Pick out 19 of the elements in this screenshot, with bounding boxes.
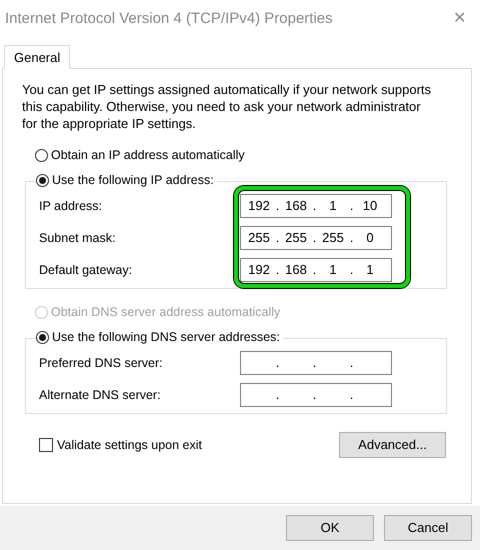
field-label: Preferred DNS server: — [39, 354, 163, 372]
field-label: Subnet mask: — [39, 230, 116, 247]
ip-address-field[interactable]: 255 . 255 . 255 . 0 — [240, 226, 392, 250]
field-label: Alternate DNS server: — [39, 386, 161, 404]
radio-button[interactable]: Use the following DNS server addresses: — [36, 328, 283, 347]
advanced-button[interactable]: Advanced... — [339, 432, 446, 458]
validate-checkbox[interactable]: Validate settings upon exit — [39, 436, 202, 454]
ok-button[interactable]: OK — [286, 515, 374, 541]
window-title: Internet Protocol Version 4 (TCP/IPv4) Properties — [5, 8, 333, 29]
field-label: Default gateway: — [39, 262, 132, 279]
intro-text: You can get IP settings assigned automatically if your network supports this capability. Otherwise, you need to ask your network administrator for the appropriate IP settings. — [21, 81, 432, 132]
ip-address-field[interactable]: . . . — [240, 383, 392, 407]
radio-button[interactable]: Use the following IP address: — [36, 171, 217, 190]
cancel-button[interactable]: Cancel — [384, 515, 472, 541]
ip-address-field[interactable]: 192 . 168 . 1 . 10 — [240, 194, 392, 218]
ip-address-field[interactable]: 192 . 168 . 1 . 1 — [240, 258, 392, 282]
field-label: IP address: — [39, 198, 102, 215]
tab[interactable]: General — [4, 45, 70, 69]
ip-address-field[interactable]: . . . — [240, 351, 392, 375]
